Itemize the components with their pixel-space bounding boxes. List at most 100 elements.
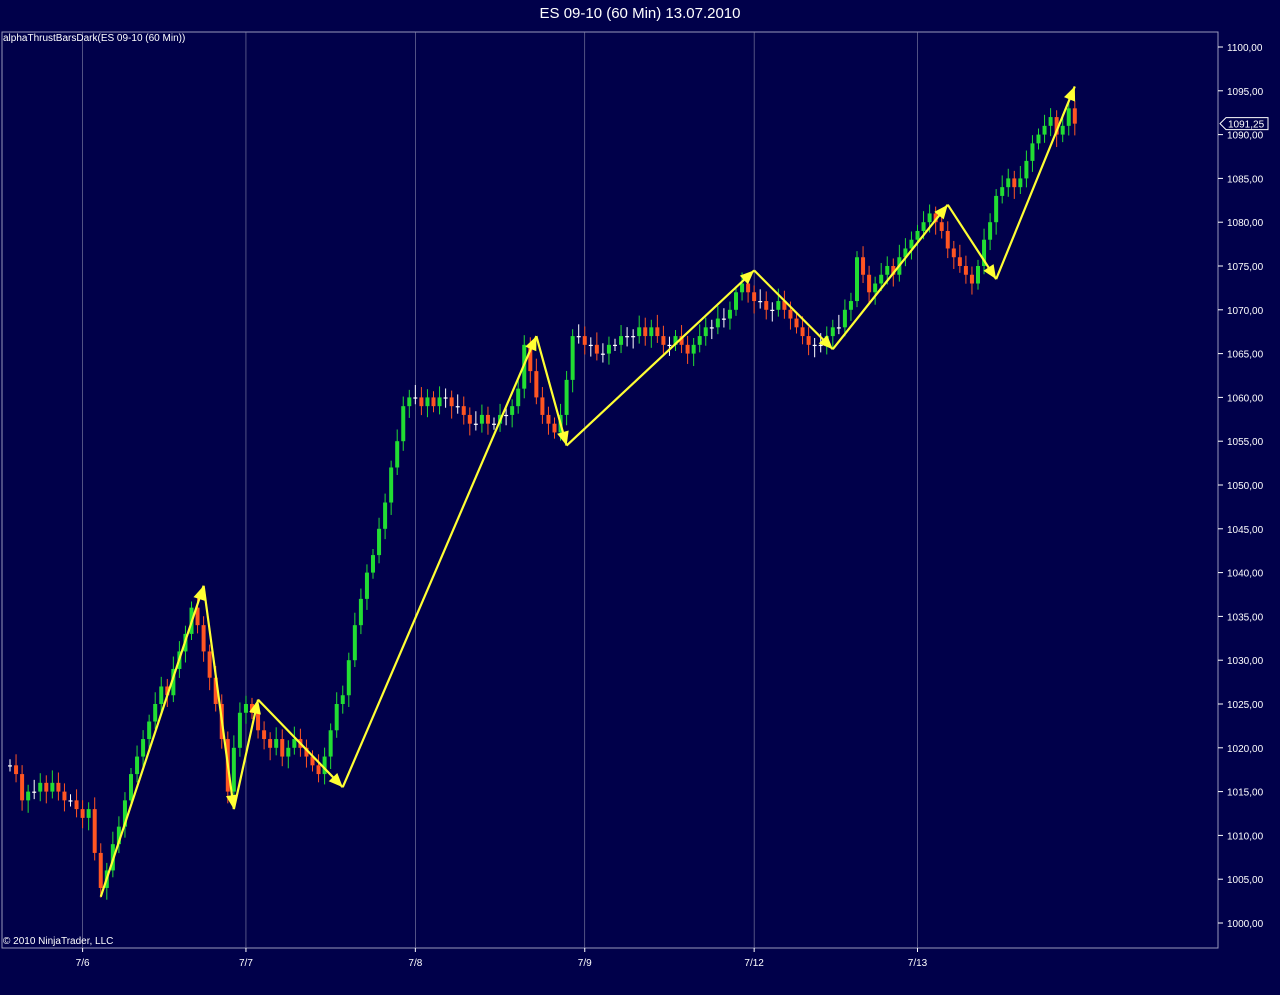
- zigzag-segment: [535, 335, 568, 446]
- candle-body: [74, 800, 79, 810]
- candle-body: [62, 791, 67, 801]
- zigzag-segment: [565, 269, 755, 447]
- candle-body: [147, 721, 152, 740]
- candle-body: [407, 397, 412, 407]
- candle-body: [425, 397, 430, 407]
- candle-body: [1030, 143, 1035, 161]
- candle-body: [1042, 125, 1047, 135]
- candle-body: [637, 327, 642, 337]
- zigzag-overlay: [99, 86, 1076, 898]
- candle-body: [709, 327, 714, 329]
- candle-body: [243, 704, 248, 713]
- candle-body: [727, 309, 732, 319]
- price-chart[interactable]: 1000,00 1005,00 1010,00 1015,00 1020,00 1025,…: [0, 0, 1280, 995]
- candle-body: [92, 809, 97, 853]
- y-tick-label: 1075,00: [1227, 262, 1264, 273]
- candle-body: [788, 309, 793, 319]
- candle-body: [582, 336, 587, 345]
- y-tick-label: 1005,00: [1227, 875, 1264, 886]
- candle-body: [631, 336, 636, 338]
- candle-body: [697, 336, 702, 345]
- session-gridlines: [82, 32, 918, 948]
- y-tick-label: 1015,00: [1227, 788, 1264, 799]
- candle-body: [800, 327, 805, 337]
- candle-body: [268, 739, 273, 748]
- candle-body: [613, 344, 617, 347]
- candle-body: [740, 283, 745, 293]
- candle-body: [473, 423, 478, 425]
- candle-body: [437, 397, 442, 407]
- candle-body: [764, 301, 769, 310]
- candle-body: [1000, 187, 1005, 196]
- candle-body: [504, 414, 509, 417]
- candle-body: [546, 414, 551, 424]
- candle-body: [606, 344, 611, 354]
- candle-body: [836, 327, 841, 329]
- x-tick-label: 7/12: [744, 958, 764, 969]
- y-tick-label: 1090,00: [1227, 131, 1264, 142]
- candle-body: [44, 782, 49, 792]
- y-axis[interactable]: 1000,00 1005,00 1010,00 1015,00 1020,00 1025,…: [1218, 43, 1264, 930]
- candle-body: [588, 344, 593, 347]
- candle-body: [1012, 178, 1017, 188]
- candle-body: [976, 266, 980, 284]
- copyright-notice: © 2010 NinjaTrader, LLC: [3, 936, 114, 947]
- candle-body: [346, 660, 351, 696]
- candle-body: [770, 309, 775, 311]
- candle-body: [830, 327, 835, 337]
- candle-body: [951, 248, 956, 258]
- candle-body: [316, 765, 321, 775]
- candle-body: [848, 301, 853, 310]
- candle-body: [129, 774, 133, 801]
- candle-body: [328, 730, 333, 757]
- candle-body: [262, 730, 267, 740]
- candle-body: [68, 800, 73, 802]
- x-axis[interactable]: 7/6 7/7 7/8 7/9 7/12 7/13: [76, 948, 928, 969]
- y-tick-label: 1095,00: [1227, 87, 1264, 98]
- candle-body: [135, 756, 140, 775]
- indicator-label: alphaThrustBarsDark(ES 09-10 (60 Min)): [3, 33, 186, 44]
- candle-body: [963, 266, 968, 275]
- candle-body: [443, 397, 448, 399]
- candle-body: [969, 274, 974, 284]
- candle-body: [371, 555, 375, 573]
- candle-body: [141, 739, 146, 757]
- candle-body: [274, 739, 279, 748]
- candle-body: [1072, 108, 1077, 124]
- candle-body: [879, 274, 884, 284]
- candle-body: [1066, 108, 1071, 126]
- candle-body: [98, 852, 103, 888]
- candle-body: [377, 528, 382, 556]
- y-tick-label: 1065,00: [1227, 350, 1264, 361]
- y-tick-label: 1080,00: [1227, 218, 1264, 229]
- candle-body: [619, 336, 624, 345]
- candle-body: [237, 712, 242, 748]
- candle-body: [286, 747, 291, 757]
- candle-body: [570, 336, 575, 380]
- candle-body: [461, 406, 466, 415]
- y-tick-label: 1100,00: [1227, 43, 1263, 54]
- candle-body: [594, 344, 599, 354]
- candle-body: [479, 414, 484, 424]
- plot-border: [1, 31, 1219, 949]
- candle-body: [643, 327, 648, 337]
- candle-body: [395, 441, 400, 468]
- candle-body: [334, 704, 339, 731]
- candle-body: [516, 388, 521, 407]
- candle-body: [534, 371, 539, 398]
- last-price-label: 1091,25: [1228, 120, 1265, 131]
- y-tick-label: 1085,00: [1227, 174, 1264, 185]
- candle-body: [153, 704, 158, 722]
- candle-body: [280, 739, 285, 757]
- candle-body: [401, 406, 406, 442]
- candle-body: [38, 782, 43, 792]
- candle-body: [510, 406, 515, 415]
- candle-body: [721, 318, 726, 320]
- candle-body: [389, 467, 394, 503]
- candle-body: [26, 791, 31, 801]
- candle-body: [625, 336, 630, 338]
- candles: [8, 98, 1077, 900]
- candle-body: [715, 318, 720, 328]
- candle-body: [921, 222, 926, 231]
- y-tick-label: 1055,00: [1227, 437, 1264, 448]
